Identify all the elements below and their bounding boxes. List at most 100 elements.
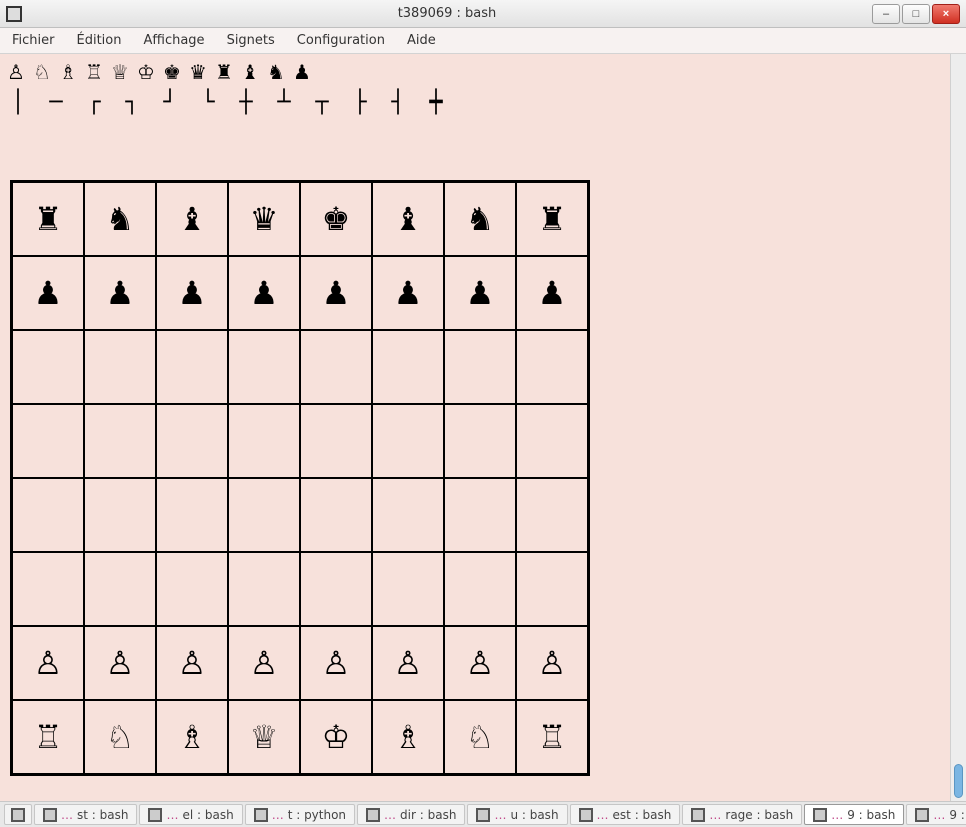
tab[interactable]: …st : bash: [34, 804, 137, 825]
vertical-scrollbar[interactable]: [950, 54, 966, 801]
board-cell[interactable]: ♟: [228, 256, 300, 330]
tab[interactable]: …el : bash: [139, 804, 242, 825]
board-cell[interactable]: ♜: [12, 182, 84, 256]
piece-glyph: ♔: [134, 60, 158, 84]
terminal-icon: [691, 808, 705, 822]
board-cell[interactable]: ♙: [516, 626, 588, 700]
board-cell[interactable]: ♝: [156, 182, 228, 256]
board-cell[interactable]: [228, 330, 300, 404]
board-cell[interactable]: ♞: [84, 182, 156, 256]
board-cell[interactable]: ♙: [300, 626, 372, 700]
menu-bookmarks[interactable]: Signets: [223, 30, 279, 51]
board-cell[interactable]: [444, 330, 516, 404]
menu-settings[interactable]: Configuration: [293, 30, 389, 51]
board-row: ♟♟♟♟♟♟♟♟: [12, 256, 588, 330]
tab[interactable]: …est : bash: [570, 804, 681, 825]
board-cell[interactable]: [516, 330, 588, 404]
board-cell[interactable]: [516, 404, 588, 478]
board-cell[interactable]: [300, 330, 372, 404]
board-cell[interactable]: ♟: [444, 256, 516, 330]
board-cell[interactable]: [156, 552, 228, 626]
board-cell[interactable]: ♚: [300, 182, 372, 256]
board-cell[interactable]: [444, 404, 516, 478]
board-cell[interactable]: ♙: [84, 626, 156, 700]
board-cell[interactable]: ♙: [156, 626, 228, 700]
board-cell[interactable]: [444, 552, 516, 626]
maximize-button[interactable]: □: [902, 4, 930, 24]
close-button[interactable]: ×: [932, 4, 960, 24]
board-cell[interactable]: ♙: [12, 626, 84, 700]
new-tab-button[interactable]: [4, 804, 32, 825]
board-cell[interactable]: [228, 478, 300, 552]
app-icon: [6, 6, 22, 22]
board-cell[interactable]: [372, 330, 444, 404]
board-cell[interactable]: ♟: [156, 256, 228, 330]
board-cell[interactable]: ♖: [12, 700, 84, 774]
board-cell[interactable]: [444, 478, 516, 552]
board-row: ♖♘♗♕♔♗♘♖: [12, 700, 588, 774]
board-cell[interactable]: ♙: [372, 626, 444, 700]
board-cell[interactable]: ♕: [228, 700, 300, 774]
board-cell[interactable]: [372, 404, 444, 478]
piece-glyph: ♞: [264, 60, 288, 84]
board-cell[interactable]: [84, 478, 156, 552]
terminal-area[interactable]: ♙ ♘ ♗ ♖ ♕ ♔ ♚ ♛ ♜ ♝ ♞ ♟ │ ─ ┌ ┐ ┘ └ ┼ ┴ …: [0, 54, 950, 801]
board-cell[interactable]: ♞: [444, 182, 516, 256]
board-cell[interactable]: ♟: [516, 256, 588, 330]
board-cell[interactable]: [156, 404, 228, 478]
tab[interactable]: …9 : bash: [804, 804, 904, 825]
tab-prefix: …: [384, 808, 396, 822]
box-glyph: ─: [42, 88, 70, 116]
tab[interactable]: …rage : bash: [682, 804, 802, 825]
board-cell[interactable]: ♙: [444, 626, 516, 700]
tab-label: rage : bash: [725, 808, 793, 822]
board-cell[interactable]: ♗: [156, 700, 228, 774]
board-cell[interactable]: [84, 330, 156, 404]
title-bar: t389069 : bash – □ ×: [0, 0, 966, 28]
board-cell[interactable]: ♙: [228, 626, 300, 700]
tab-label: el : bash: [182, 808, 233, 822]
menu-view[interactable]: Affichage: [139, 30, 208, 51]
board-cell[interactable]: [228, 552, 300, 626]
board-cell[interactable]: ♟: [84, 256, 156, 330]
menu-help[interactable]: Aide: [403, 30, 440, 51]
tab[interactable]: …t : python: [245, 804, 355, 825]
tab[interactable]: …dir : bash: [357, 804, 465, 825]
board-cell[interactable]: [156, 478, 228, 552]
board-cell[interactable]: ♖: [516, 700, 588, 774]
board-cell[interactable]: [228, 404, 300, 478]
board-cell[interactable]: [300, 404, 372, 478]
scrollbar-thumb[interactable]: [954, 764, 963, 798]
board-cell[interactable]: [84, 552, 156, 626]
minimize-button[interactable]: –: [872, 4, 900, 24]
board-cell[interactable]: ♟: [12, 256, 84, 330]
board-cell[interactable]: [300, 552, 372, 626]
board-cell[interactable]: [12, 552, 84, 626]
board-cell[interactable]: [12, 330, 84, 404]
board-cell[interactable]: [516, 478, 588, 552]
menu-edit[interactable]: Édition: [73, 30, 126, 51]
menu-file[interactable]: Fichier: [8, 30, 59, 51]
board-cell[interactable]: ♔: [300, 700, 372, 774]
board-cell[interactable]: ♗: [372, 700, 444, 774]
board-cell[interactable]: [12, 404, 84, 478]
board-cell[interactable]: [12, 478, 84, 552]
board-cell[interactable]: [300, 478, 372, 552]
board-cell[interactable]: [84, 404, 156, 478]
tab[interactable]: …9 : bash: [906, 804, 966, 825]
board-cell[interactable]: ♟: [300, 256, 372, 330]
tab[interactable]: …u : bash: [467, 804, 567, 825]
board-cell[interactable]: ♜: [516, 182, 588, 256]
board-cell[interactable]: [372, 552, 444, 626]
board-cell[interactable]: ♛: [228, 182, 300, 256]
board-cell[interactable]: ♝: [372, 182, 444, 256]
piece-glyph: ♛: [186, 60, 210, 84]
board-cell[interactable]: [372, 478, 444, 552]
board-cell[interactable]: ♟: [372, 256, 444, 330]
board-cell[interactable]: [156, 330, 228, 404]
terminal-wrap: ♙ ♘ ♗ ♖ ♕ ♔ ♚ ♛ ♜ ♝ ♞ ♟ │ ─ ┌ ┐ ┘ └ ┼ ┴ …: [0, 54, 966, 801]
board-row: [12, 552, 588, 626]
board-cell[interactable]: ♘: [84, 700, 156, 774]
board-cell[interactable]: [516, 552, 588, 626]
board-cell[interactable]: ♘: [444, 700, 516, 774]
